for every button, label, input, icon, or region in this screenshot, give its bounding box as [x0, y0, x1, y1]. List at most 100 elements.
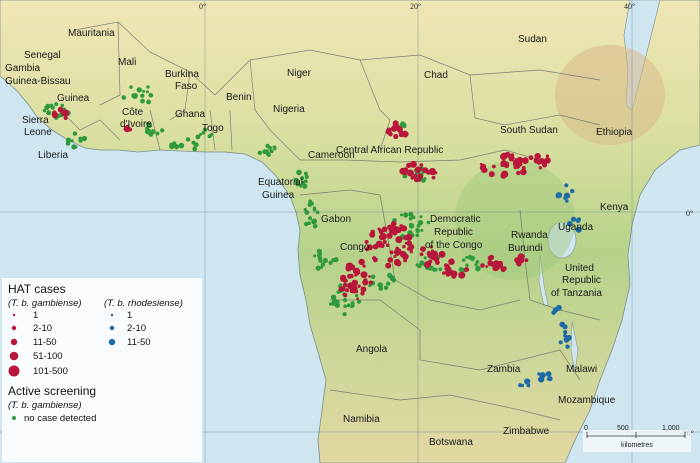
rhodesiense-dot	[539, 372, 546, 379]
screening-dot	[71, 144, 77, 150]
screening-dot	[146, 85, 150, 89]
legend-rho-item-2: 2-10	[127, 323, 146, 334]
screening-dot	[408, 216, 413, 221]
label-niger: Niger	[287, 68, 312, 79]
rhodesiense-dot	[565, 344, 570, 349]
gambiense-dot	[342, 292, 348, 298]
label-drc2: Republic	[434, 227, 473, 238]
gambiense-dot	[338, 286, 345, 292]
gambiense-dot	[528, 155, 534, 161]
legend-gam-item-5: 101-500	[33, 366, 68, 377]
scale-1000: 1,000	[662, 425, 680, 432]
scale-0: 0	[584, 425, 588, 432]
screening-dot	[317, 255, 323, 261]
label-zimbabwe: Zimbabwe	[503, 426, 550, 437]
gambiense-dot	[385, 243, 390, 247]
screening-dot	[185, 137, 191, 142]
rhodesiense-dot	[563, 192, 571, 199]
gambiense-dot	[360, 271, 368, 279]
gambiense-dot	[409, 245, 414, 250]
label-gabon: Gabon	[321, 214, 351, 225]
gambiense-dot	[480, 263, 485, 268]
gambiense-dot	[385, 262, 392, 269]
screening-dot	[423, 256, 427, 260]
label-namibia: Namibia	[343, 414, 380, 425]
gambiense-dot	[481, 167, 487, 173]
screening-dot	[313, 254, 317, 258]
screening-dot	[257, 150, 262, 155]
gambiense-dot	[392, 222, 396, 226]
screening-dot	[311, 219, 317, 225]
legend-gam-dot-2-10	[11, 325, 17, 331]
label-botswana: Botswana	[429, 437, 473, 448]
gambiense-dot	[537, 162, 541, 165]
label-kenya: Kenya	[600, 202, 629, 213]
gambiense-dot	[402, 253, 409, 260]
screening-dot	[357, 299, 362, 304]
gambiense-dot	[372, 244, 379, 250]
screening-dot	[315, 210, 320, 215]
screening-dot	[78, 138, 83, 143]
label-guinea: Guinea	[57, 93, 90, 104]
gambiense-dot	[485, 265, 489, 268]
screening-dot	[304, 175, 309, 179]
screening-dot	[160, 128, 165, 133]
legend-gambiense-label: (T. b. gambiense)	[8, 298, 82, 309]
screening-dot	[378, 286, 384, 291]
gambiense-dot	[368, 275, 371, 278]
label-chad: Chad	[424, 70, 448, 81]
label-divoire: d'Ivoire	[120, 119, 152, 130]
screening-dot	[265, 149, 269, 153]
legend-rhodesiense-label: (T. b. rhodesiense)	[104, 298, 183, 309]
gambiense-dot	[500, 266, 506, 272]
screening-dot	[66, 139, 71, 144]
screening-dot	[350, 305, 354, 309]
screening-dot	[151, 129, 155, 133]
gambiense-dot	[398, 251, 402, 255]
gambiense-dot	[432, 251, 439, 257]
label-drc3: of the Congo	[425, 240, 483, 251]
screening-dot	[303, 171, 308, 176]
gambiense-dot	[446, 266, 452, 272]
legend: HAT cases (T. b. gambiense) (T. b. rhode…	[2, 278, 202, 462]
screening-dot	[403, 212, 409, 218]
label-guinea2: Guinea	[262, 190, 295, 201]
legend-gam-dot-11-50	[10, 338, 18, 346]
screening-dot	[415, 233, 420, 238]
gambiense-dot	[370, 229, 376, 235]
screening-dot	[272, 145, 277, 150]
screening-dot	[461, 258, 466, 262]
gambiense-dot	[395, 236, 403, 244]
legend-screening-sub: (T. b. gambiense)	[8, 400, 82, 411]
gambiense-dot	[417, 173, 423, 179]
label-mali: Mali	[118, 57, 136, 68]
gambiense-dot	[544, 157, 551, 164]
screening-dot	[370, 274, 376, 280]
gambiense-dot	[424, 261, 432, 268]
degree-label-0-lon: 0°	[199, 2, 206, 11]
gambiense-dot	[500, 172, 507, 179]
gambiense-dot	[347, 282, 355, 290]
label-benin: Benin	[226, 92, 252, 103]
gambiense-dot	[362, 264, 366, 268]
screening-dot	[419, 215, 423, 219]
label-tz3: of Tanzania	[551, 288, 602, 299]
label-guinea-bissau: Guinea-Bissau	[5, 76, 71, 87]
screening-dot	[328, 260, 333, 265]
screening-dot	[81, 135, 87, 142]
screening-dot	[408, 222, 413, 227]
screening-dot	[322, 257, 328, 264]
degree-label-40-lon: 40°	[624, 2, 635, 11]
rhodesiense-dot	[526, 383, 531, 388]
legend-screening-dot	[12, 416, 16, 420]
legend-screening-item: no case detected	[24, 413, 96, 424]
label-togo: Togo	[202, 123, 224, 134]
label-ghana: Ghana	[175, 109, 205, 120]
rhodesiense-dot	[563, 330, 568, 335]
gambiense-dot	[393, 255, 397, 258]
screening-dot	[265, 143, 270, 149]
screening-dot	[430, 265, 434, 270]
gambiense-dot	[516, 170, 521, 176]
gambiense-dot	[340, 274, 347, 282]
gambiense-dot	[426, 251, 432, 256]
